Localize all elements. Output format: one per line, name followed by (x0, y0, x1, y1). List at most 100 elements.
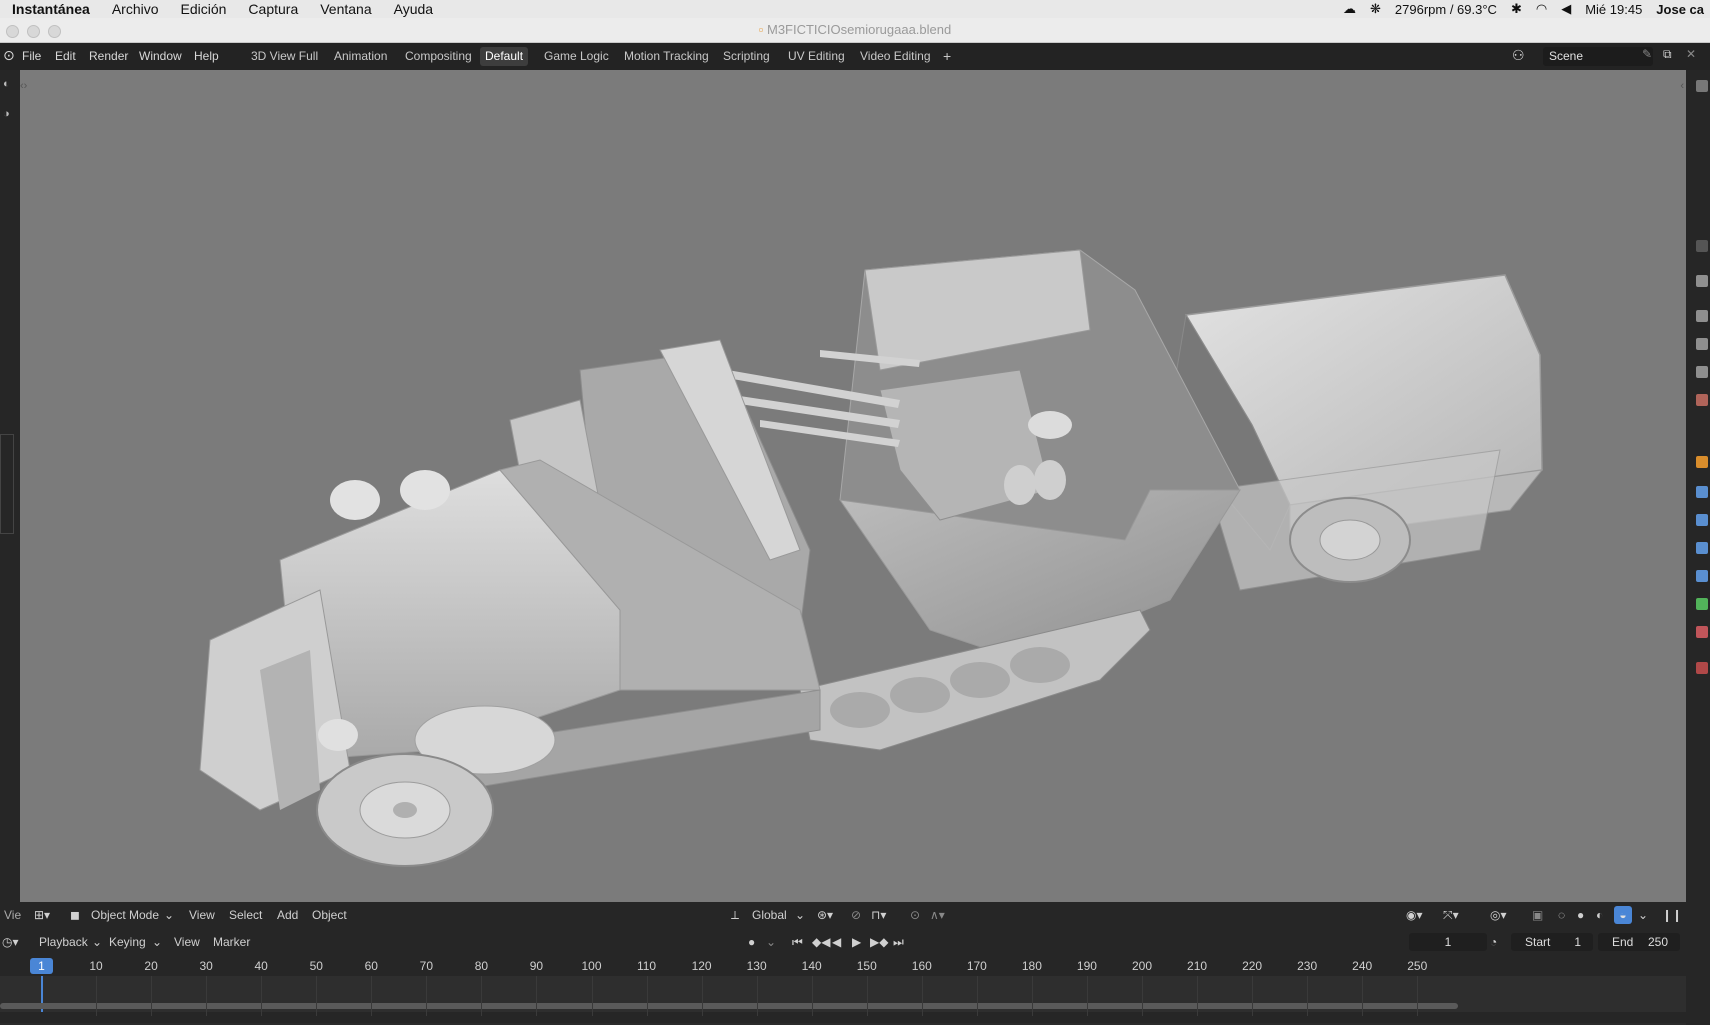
viewport-menu-object[interactable]: Object (312, 906, 347, 924)
chevron-down-icon[interactable]: ⌄ (1638, 906, 1648, 924)
pivot-point-icon[interactable]: ⊛▾ (817, 906, 833, 924)
macos-menu-edicion[interactable]: Edición (170, 1, 238, 17)
bluetooth-icon[interactable]: ✱ (1511, 1, 1522, 17)
tab-animation[interactable]: Animation (329, 47, 392, 66)
tab-3d-view-full[interactable]: 3D View Full (246, 47, 323, 66)
tool-properties-icon[interactable] (1696, 240, 1708, 252)
add-workspace-button[interactable]: + (938, 47, 956, 66)
frame-tick-label: 230 (1297, 959, 1318, 973)
render-properties-icon[interactable] (1696, 275, 1708, 287)
macos-menu-archivo[interactable]: Archivo (101, 1, 170, 17)
visibility-eye-icon[interactable]: ◉▾ (1406, 906, 1423, 924)
collapse-left-arrow-icon[interactable]: ‹› (20, 80, 27, 92)
timeline-menu-playback[interactable]: Playback (39, 933, 88, 951)
macos-menu-ventana[interactable]: Ventana (309, 1, 382, 17)
macos-menu-captura[interactable]: Captura (237, 1, 309, 17)
particles-properties-icon[interactable] (1696, 514, 1708, 526)
menu-render[interactable]: Render (89, 49, 128, 63)
rendered-shading-icon[interactable]: ◒ (1614, 906, 1632, 924)
end-frame-field[interactable]: End 250 (1598, 933, 1680, 951)
viewport-menu-add[interactable]: Add (277, 906, 298, 924)
macos-menu-ayuda[interactable]: Ayuda (383, 1, 444, 17)
wireframe-shading-icon[interactable]: ◌ (1558, 906, 1565, 924)
modifier-properties-icon[interactable] (1696, 486, 1708, 498)
3d-viewport[interactable]: ‹› ‹ (20, 70, 1686, 902)
view-layer-properties-icon[interactable] (1696, 338, 1708, 350)
fan-icon[interactable]: ❋ (1370, 1, 1381, 17)
stopwatch-icon[interactable]: ◔ (1490, 933, 1497, 951)
play-reverse-icon[interactable]: ◀ (832, 933, 841, 951)
tab-uv-editing[interactable]: UV Editing (783, 47, 850, 66)
tool-icon[interactable]: ◑ (3, 108, 10, 120)
overlays-icon[interactable]: ◎▾ (1490, 906, 1507, 924)
material-properties-icon[interactable] (1696, 626, 1708, 638)
snap-toggle-icon[interactable]: ⊘ (851, 906, 861, 924)
proportional-edit-icon[interactable]: ⊙ (910, 906, 920, 924)
jump-to-end-icon[interactable]: ⏭ (893, 933, 904, 951)
menu-window[interactable]: Window (139, 49, 182, 63)
data-properties-icon[interactable] (1696, 598, 1708, 610)
start-frame-field[interactable]: Start 1 (1511, 933, 1593, 951)
wifi-icon[interactable]: ◠ (1536, 1, 1547, 17)
macos-app-name[interactable]: Instantánea (0, 1, 101, 17)
falloff-icon[interactable]: ∧▾ (930, 906, 945, 924)
output-properties-icon[interactable] (1696, 310, 1708, 322)
constraints-properties-icon[interactable] (1696, 570, 1708, 582)
volume-icon[interactable]: ◀ (1561, 1, 1571, 17)
menu-help[interactable]: Help (194, 49, 219, 63)
viewport-menu-view[interactable]: View (189, 906, 215, 924)
properties-top-icon[interactable] (1696, 80, 1708, 92)
timeline-menu-keying[interactable]: Keying (109, 933, 146, 951)
clock-text[interactable]: Mié 19:45 (1585, 2, 1642, 17)
gizmo-icon[interactable]: ⤧▾ (1443, 906, 1459, 924)
tab-game-logic[interactable]: Game Logic (539, 47, 614, 66)
jump-to-next-keyframe-icon[interactable]: ▶◆ (870, 933, 888, 951)
user-name-text[interactable]: Jose ca (1656, 2, 1704, 17)
pause-render-icon[interactable]: ❙❙ (1662, 906, 1682, 924)
tab-scripting[interactable]: Scripting (718, 47, 775, 66)
fan-status-text[interactable]: 2796rpm / 69.3°C (1395, 2, 1497, 17)
material-shading-icon[interactable]: ◐ (1596, 906, 1603, 924)
blender-logo-icon[interactable]: ⊙ (3, 47, 15, 64)
pin-icon[interactable]: ✎ (1642, 47, 1652, 61)
object-mode-dropdown[interactable]: Object Mode (91, 906, 159, 924)
creative-cloud-icon[interactable]: ☁ (1343, 1, 1356, 17)
timeline-menu-view[interactable]: View (174, 933, 200, 951)
tool-icon[interactable]: ◐ (3, 78, 10, 90)
object-properties-icon[interactable] (1696, 456, 1708, 468)
delete-scene-icon[interactable]: ✕ (1686, 47, 1696, 61)
current-frame-indicator[interactable]: 1 (30, 958, 53, 974)
tab-motion-tracking[interactable]: Motion Tracking (619, 47, 714, 66)
play-icon[interactable]: ▶ (852, 933, 861, 951)
timeline-scrollbar[interactable] (0, 1003, 1458, 1009)
frame-ruler[interactable] (0, 956, 1686, 976)
texture-properties-icon[interactable] (1696, 662, 1708, 674)
snap-element-icon[interactable]: ⊓▾ (871, 906, 886, 924)
timeline-menu-marker[interactable]: Marker (213, 933, 250, 951)
scene-selector-icon[interactable]: ⚇ (1512, 47, 1525, 64)
record-keyframe-icon[interactable]: ● (748, 933, 755, 951)
chevron-down-icon[interactable]: ⌄ (766, 933, 776, 951)
new-scene-icon[interactable]: ⧉ (1663, 47, 1672, 62)
current-frame-field[interactable]: 1 (1409, 933, 1487, 951)
menu-edit[interactable]: Edit (55, 49, 76, 63)
collapsed-panel[interactable] (0, 434, 14, 534)
jump-to-prev-keyframe-icon[interactable]: ◆◀ (812, 933, 830, 951)
menu-file[interactable]: File (22, 49, 41, 63)
collapse-right-arrow-icon[interactable]: ‹ (1680, 80, 1684, 92)
tab-default[interactable]: Default (480, 47, 529, 66)
timeline-area[interactable]: 1 10 20 30 40 50 60 70 80 90 100 110 120 130 140 150 16… (0, 956, 1686, 1023)
viewport-menu-select[interactable]: Select (229, 906, 262, 924)
editor-type-selector-icon[interactable]: ⊞▾ (34, 906, 50, 924)
physics-properties-icon[interactable] (1696, 542, 1708, 554)
tab-compositing[interactable]: Compositing (400, 47, 477, 66)
solid-shading-icon[interactable]: ● (1577, 906, 1584, 924)
jump-to-start-icon[interactable]: ⏮ (792, 933, 803, 951)
tab-video-editing[interactable]: Video Editing (855, 47, 936, 66)
scene-name-field[interactable]: Scene (1543, 47, 1653, 66)
scene-properties-icon[interactable] (1696, 366, 1708, 378)
timeline-editor-type-icon[interactable]: ◷▾ (2, 933, 19, 951)
xray-toggle-icon[interactable]: ▣ (1532, 906, 1543, 924)
transform-orientation-dropdown[interactable]: Global (752, 906, 787, 924)
world-properties-icon[interactable] (1696, 394, 1708, 406)
